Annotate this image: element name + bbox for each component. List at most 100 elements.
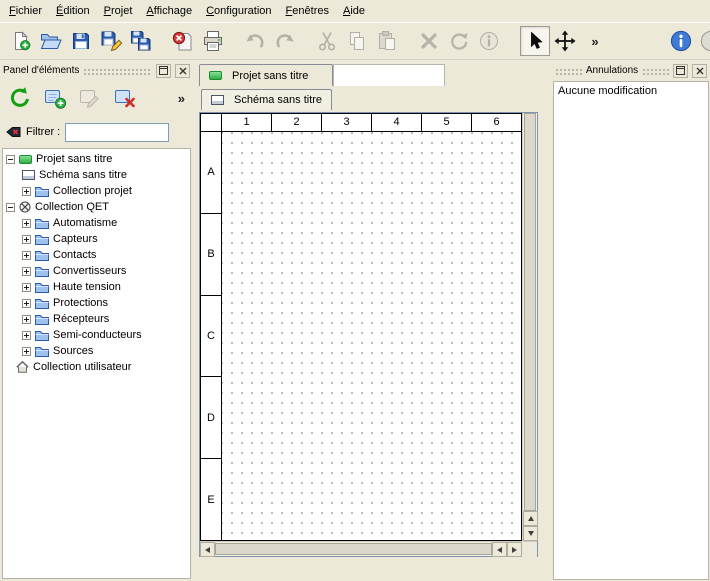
row-header-e: E [201, 459, 222, 540]
elements-panel-titlebar[interactable]: Panel d'éléments [0, 62, 193, 79]
close-panel-button[interactable] [692, 64, 707, 78]
dock-grip[interactable] [555, 67, 582, 75]
tree-item-label: Sources [53, 345, 93, 357]
tree-item-collection-projet[interactable]: Collection projet [3, 183, 190, 199]
expander-icon[interactable] [6, 203, 15, 212]
open-file-button[interactable] [36, 26, 66, 56]
help-button[interactable] [696, 26, 710, 56]
about-button[interactable] [666, 26, 696, 56]
tree-item-sources[interactable]: Sources [3, 343, 190, 359]
expander-icon[interactable] [22, 315, 31, 324]
h-scroll-thumb[interactable] [215, 543, 492, 555]
v-scroll-thumb[interactable] [524, 113, 536, 511]
menu-affichage[interactable]: Affichage [139, 2, 199, 20]
scroll-up-button[interactable] [523, 511, 538, 526]
tree-item-label: Collection utilisateur [33, 361, 131, 373]
folder-icon [35, 298, 49, 309]
menu-edition[interactable]: Édition [49, 2, 97, 20]
elements-panel-title: Panel d'éléments [3, 65, 79, 76]
toolbar-overflow-button[interactable]: » [580, 26, 610, 56]
row-header-c: C [201, 296, 222, 378]
new-file-button[interactable] [6, 26, 36, 56]
dock-grip[interactable] [83, 67, 152, 75]
panel-overflow-button[interactable]: » [178, 91, 185, 106]
delete-element-button[interactable] [111, 84, 139, 112]
tree-item-semi-conducteurs[interactable]: Semi-conducteurs [3, 327, 190, 343]
expander-icon[interactable] [22, 219, 31, 228]
tab-label: Schéma sans titre [234, 94, 322, 106]
diagram-area: 1 2 3 4 5 6 A B C D [197, 110, 548, 581]
cut-icon [317, 31, 337, 51]
menu-configuration[interactable]: Configuration [199, 2, 278, 20]
cut-button [312, 26, 342, 56]
new-file-icon [11, 31, 31, 51]
menu-projet[interactable]: Projet [97, 2, 140, 20]
menu-fichier[interactable]: Fichier [2, 2, 49, 20]
about-icon [670, 30, 692, 52]
v-scrollbar[interactable] [522, 113, 537, 541]
rotate-button [444, 26, 474, 56]
expander-icon[interactable] [22, 299, 31, 308]
project-icon [209, 71, 222, 80]
tree-item-protections[interactable]: Protections [3, 295, 190, 311]
expander-icon[interactable] [22, 235, 31, 244]
expander-icon[interactable] [22, 187, 31, 196]
close-panel-button[interactable] [175, 64, 190, 78]
move-tool-button[interactable] [550, 26, 580, 56]
redo-icon [274, 30, 296, 52]
filter-input[interactable] [65, 123, 169, 142]
select-tool-icon [525, 31, 545, 51]
tree-item-collection-utilisateur[interactable]: Collection utilisateur [3, 359, 190, 375]
expander-icon[interactable] [22, 347, 31, 356]
tree-item-automatisme[interactable]: Automatisme [3, 215, 190, 231]
menu-fenetres[interactable]: Fenêtres [279, 2, 336, 20]
save-as-button[interactable] [96, 26, 126, 56]
tree-item-capteurs[interactable]: Capteurs [3, 231, 190, 247]
tree-item-contacts[interactable]: Contacts [3, 247, 190, 263]
tree-item-label: Contacts [53, 249, 96, 261]
undo-panel-titlebar[interactable]: Annulations [552, 62, 710, 79]
grid-dots[interactable] [222, 132, 521, 540]
tab-projet-sans-titre[interactable]: Projet sans titre [199, 64, 333, 86]
tree-item-recepteurs[interactable]: Récepteurs [3, 311, 190, 327]
tree-item-collection-qet[interactable]: Collection QET [3, 199, 190, 215]
tree-item-convertisseurs[interactable]: Convertisseurs [3, 263, 190, 279]
main-area: Panel d'éléments » [0, 60, 710, 581]
expander-icon[interactable] [22, 331, 31, 340]
scroll-right-button[interactable] [507, 542, 522, 557]
close-icon [179, 67, 187, 75]
new-element-button[interactable] [41, 84, 69, 112]
undo-list[interactable]: Aucune modification [553, 81, 709, 580]
undo-panel-title: Annulations [586, 65, 638, 76]
schema-canvas[interactable]: 1 2 3 4 5 6 A B C D [200, 113, 522, 541]
main-toolbar: » [0, 22, 710, 60]
folder-icon [35, 186, 49, 197]
expander-icon[interactable] [22, 251, 31, 260]
scroll-left-button-2[interactable] [492, 542, 507, 557]
clear-filter-icon[interactable] [5, 125, 21, 139]
scroll-down-button[interactable] [523, 526, 538, 541]
tree-item-schema-sans-titre[interactable]: Schéma sans titre [3, 167, 190, 183]
expander-icon[interactable] [22, 283, 31, 292]
undo-empty-message: Aucune modification [558, 85, 657, 97]
column-header-2: 2 [272, 114, 322, 132]
menu-aide[interactable]: Aide [336, 2, 372, 20]
scroll-left-button[interactable] [200, 542, 215, 557]
save-all-button[interactable] [126, 26, 156, 56]
arrow-down-icon [528, 531, 534, 536]
float-panel-button[interactable] [673, 64, 688, 78]
close-file-button[interactable] [168, 26, 198, 56]
tab-schema-sans-titre[interactable]: Schéma sans titre [201, 89, 332, 110]
reload-collections-button[interactable] [6, 84, 34, 112]
h-scroll-track[interactable] [215, 542, 492, 556]
float-panel-button[interactable] [156, 64, 171, 78]
tree-item-haute-tension[interactable]: Haute tension [3, 279, 190, 295]
dock-grip[interactable] [642, 67, 669, 75]
expander-icon[interactable] [22, 267, 31, 276]
expander-icon[interactable] [6, 155, 15, 164]
tree-item-projet-sans-titre[interactable]: Projet sans titre [3, 151, 190, 167]
save-button[interactable] [66, 26, 96, 56]
h-scrollbar[interactable] [200, 541, 537, 556]
select-tool-button[interactable] [520, 26, 550, 56]
print-button[interactable] [198, 26, 228, 56]
